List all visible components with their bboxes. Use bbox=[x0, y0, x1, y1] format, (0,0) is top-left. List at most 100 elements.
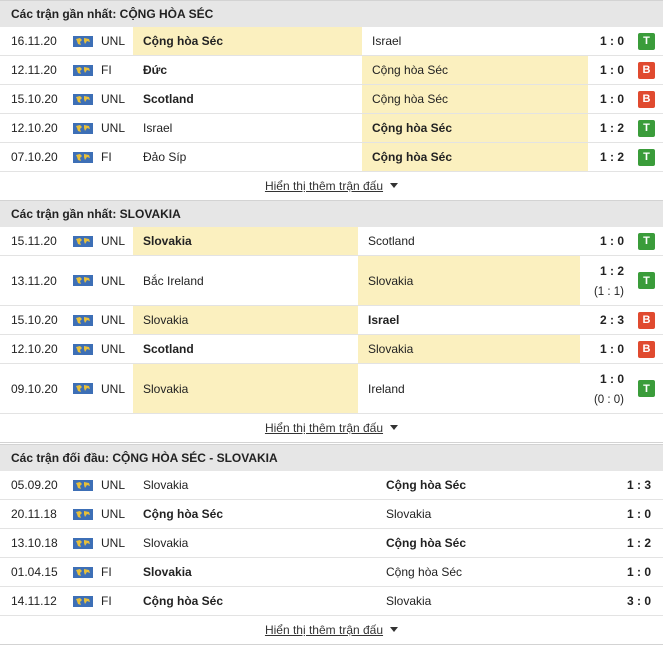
match-section: Các trận gần nhất: CỘNG HÒA SÉC 16.11.20 U… bbox=[0, 0, 663, 201]
result-cell: T bbox=[638, 114, 655, 142]
chevron-down-icon[interactable] bbox=[390, 183, 399, 189]
away-team[interactable]: Cộng hòa Séc bbox=[362, 85, 588, 113]
competition-flag bbox=[73, 335, 93, 363]
home-team[interactable]: Slovakia bbox=[133, 471, 376, 499]
show-more-row: Hiển thị thêm trận đấu bbox=[0, 172, 663, 201]
match-score[interactable]: 1 : 0 bbox=[588, 27, 624, 55]
away-team[interactable]: Slovakia bbox=[376, 587, 588, 615]
competition-flag bbox=[73, 500, 93, 528]
match-score[interactable]: 1 : 2 bbox=[588, 529, 651, 557]
match-row[interactable]: 14.11.12 FI Cộng hòa Séc Slovakia 3 : 0 bbox=[0, 587, 663, 616]
result-cell: B bbox=[638, 56, 655, 84]
away-team[interactable]: Cộng hòa Séc bbox=[376, 529, 588, 557]
match-score[interactable]: 1 : 2 bbox=[588, 143, 624, 171]
match-row[interactable]: 15.10.20 UNL Slovakia Israel 2 : 3 B bbox=[0, 306, 663, 335]
home-team[interactable]: Cộng hòa Séc bbox=[133, 587, 376, 615]
match-score[interactable]: 1 : 0 bbox=[588, 85, 624, 113]
competition-name[interactable]: UNL bbox=[101, 335, 125, 363]
match-score[interactable]: 1 : 0 bbox=[580, 335, 624, 363]
match-date: 09.10.20 bbox=[11, 381, 58, 396]
match-row[interactable]: 12.10.20 UNL Scotland Slovakia 1 : 0 B bbox=[0, 335, 663, 364]
result-cell: B bbox=[638, 85, 655, 113]
show-more-link[interactable]: Hiển thị thêm trận đấu bbox=[265, 623, 383, 637]
away-team[interactable]: Slovakia bbox=[358, 256, 580, 305]
match-row[interactable]: 20.11.18 UNL Cộng hòa Séc Slovakia 1 : 0 bbox=[0, 500, 663, 529]
match-date: 14.11.12 bbox=[11, 594, 57, 608]
away-team[interactable]: Scotland bbox=[358, 227, 580, 255]
match-score[interactable]: 1 : 0 (0 : 0) bbox=[580, 364, 624, 413]
match-row[interactable]: 16.11.20 UNL Cộng hòa Séc Israel 1 : 0 T bbox=[0, 27, 663, 56]
competition-name[interactable]: UNL bbox=[101, 471, 125, 499]
match-score[interactable]: 1 : 2 bbox=[588, 114, 624, 142]
home-team[interactable]: Đảo Síp bbox=[133, 143, 362, 171]
match-score[interactable]: 2 : 3 bbox=[580, 306, 624, 334]
home-team[interactable]: Slovakia bbox=[133, 306, 358, 334]
competition-name[interactable]: FI bbox=[101, 143, 112, 171]
chevron-down-icon[interactable] bbox=[390, 627, 399, 633]
home-team[interactable]: Israel bbox=[133, 114, 362, 142]
home-team[interactable]: Scotland bbox=[133, 85, 362, 113]
home-team[interactable]: Scotland bbox=[133, 335, 358, 363]
match-score[interactable]: 3 : 0 bbox=[588, 587, 651, 615]
match-score[interactable]: 1 : 3 bbox=[588, 471, 651, 499]
match-score[interactable]: 1 : 0 bbox=[588, 500, 651, 528]
competition-name[interactable]: UNL bbox=[101, 27, 125, 55]
full-time-score: 1 : 0 bbox=[599, 63, 624, 77]
home-team[interactable]: Bắc Ireland bbox=[133, 256, 358, 305]
match-score[interactable]: 1 : 0 bbox=[580, 227, 624, 255]
match-row[interactable]: 15.11.20 UNL Slovakia Scotland 1 : 0 T bbox=[0, 227, 663, 256]
match-date: 15.10.20 bbox=[11, 313, 58, 327]
home-team[interactable]: Slovakia bbox=[133, 529, 376, 557]
away-team[interactable]: Cộng hòa Séc bbox=[362, 114, 588, 142]
competition-name[interactable]: UNL bbox=[101, 500, 125, 528]
home-team[interactable]: Slovakia bbox=[133, 227, 358, 255]
match-row[interactable]: 13.10.18 UNL Slovakia Cộng hòa Séc 1 : 2 bbox=[0, 529, 663, 558]
match-row[interactable]: 07.10.20 FI Đảo Síp Cộng hòa Séc 1 : 2 T bbox=[0, 143, 663, 172]
home-team[interactable]: Cộng hòa Séc bbox=[133, 500, 376, 528]
away-team[interactable]: Israel bbox=[358, 306, 580, 334]
match-score[interactable]: 1 : 0 bbox=[588, 56, 624, 84]
away-team[interactable]: Slovakia bbox=[376, 500, 588, 528]
show-more-link[interactable]: Hiển thị thêm trận đấu bbox=[265, 179, 383, 193]
match-row[interactable]: 05.09.20 UNL Slovakia Cộng hòa Séc 1 : 3 bbox=[0, 471, 663, 500]
show-more-link[interactable]: Hiển thị thêm trận đấu bbox=[265, 421, 383, 435]
match-row[interactable]: 01.04.15 FI Slovakia Cộng hòa Séc 1 : 0 bbox=[0, 558, 663, 587]
match-row[interactable]: 12.10.20 UNL Israel Cộng hòa Séc 1 : 2 T bbox=[0, 114, 663, 143]
away-team[interactable]: Cộng hòa Séc bbox=[362, 56, 588, 84]
chevron-down-icon[interactable] bbox=[390, 425, 399, 431]
match-row[interactable]: 15.10.20 UNL Scotland Cộng hòa Séc 1 : 0 B bbox=[0, 85, 663, 114]
match-score[interactable]: 1 : 2 (1 : 1) bbox=[580, 256, 624, 305]
competition-name[interactable]: UNL bbox=[101, 85, 125, 113]
home-team[interactable]: Đức bbox=[133, 56, 362, 84]
competition-name[interactable]: UNL bbox=[101, 227, 125, 255]
competition-name[interactable]: FI bbox=[101, 56, 112, 84]
away-team[interactable]: Cộng hòa Séc bbox=[362, 143, 588, 171]
competition-name[interactable]: UNL bbox=[101, 529, 125, 557]
result-cell: T bbox=[638, 227, 655, 255]
world-flag-icon bbox=[73, 151, 93, 163]
away-team[interactable]: Slovakia bbox=[358, 335, 580, 363]
competition-name[interactable]: FI bbox=[101, 587, 112, 615]
match-row[interactable]: 13.11.20 UNL Bắc Ireland Slovakia 1 : 2 (1 : … bbox=[0, 256, 663, 306]
competition-name[interactable]: FI bbox=[101, 558, 112, 586]
loss-badge: B bbox=[638, 90, 655, 108]
match-row[interactable]: 12.11.20 FI Đức Cộng hòa Séc 1 : 0 B bbox=[0, 56, 663, 85]
away-team[interactable]: Cộng hòa Séc bbox=[376, 558, 588, 586]
competition-name[interactable]: UNL bbox=[101, 364, 125, 413]
match-score[interactable]: 1 : 0 bbox=[588, 558, 651, 586]
competition-name[interactable]: UNL bbox=[101, 256, 125, 305]
away-team[interactable]: Israel bbox=[362, 27, 588, 55]
match-date: 15.10.20 bbox=[11, 92, 58, 106]
away-team[interactable]: Ireland bbox=[358, 364, 580, 413]
competition-name[interactable]: UNL bbox=[101, 114, 125, 142]
home-team[interactable]: Cộng hòa Séc bbox=[133, 27, 362, 55]
home-team[interactable]: Slovakia bbox=[133, 364, 358, 413]
full-time-score: 1 : 0 bbox=[599, 34, 624, 48]
home-team[interactable]: Slovakia bbox=[133, 558, 376, 586]
competition-name[interactable]: UNL bbox=[101, 306, 125, 334]
away-team[interactable]: Cộng hòa Séc bbox=[376, 471, 588, 499]
match-row[interactable]: 09.10.20 UNL Slovakia Ireland 1 : 0 (0 : 0) T bbox=[0, 364, 663, 414]
competition-flag bbox=[73, 471, 93, 499]
win-badge: T bbox=[638, 119, 655, 137]
full-time-score: 1 : 2 bbox=[599, 121, 624, 135]
